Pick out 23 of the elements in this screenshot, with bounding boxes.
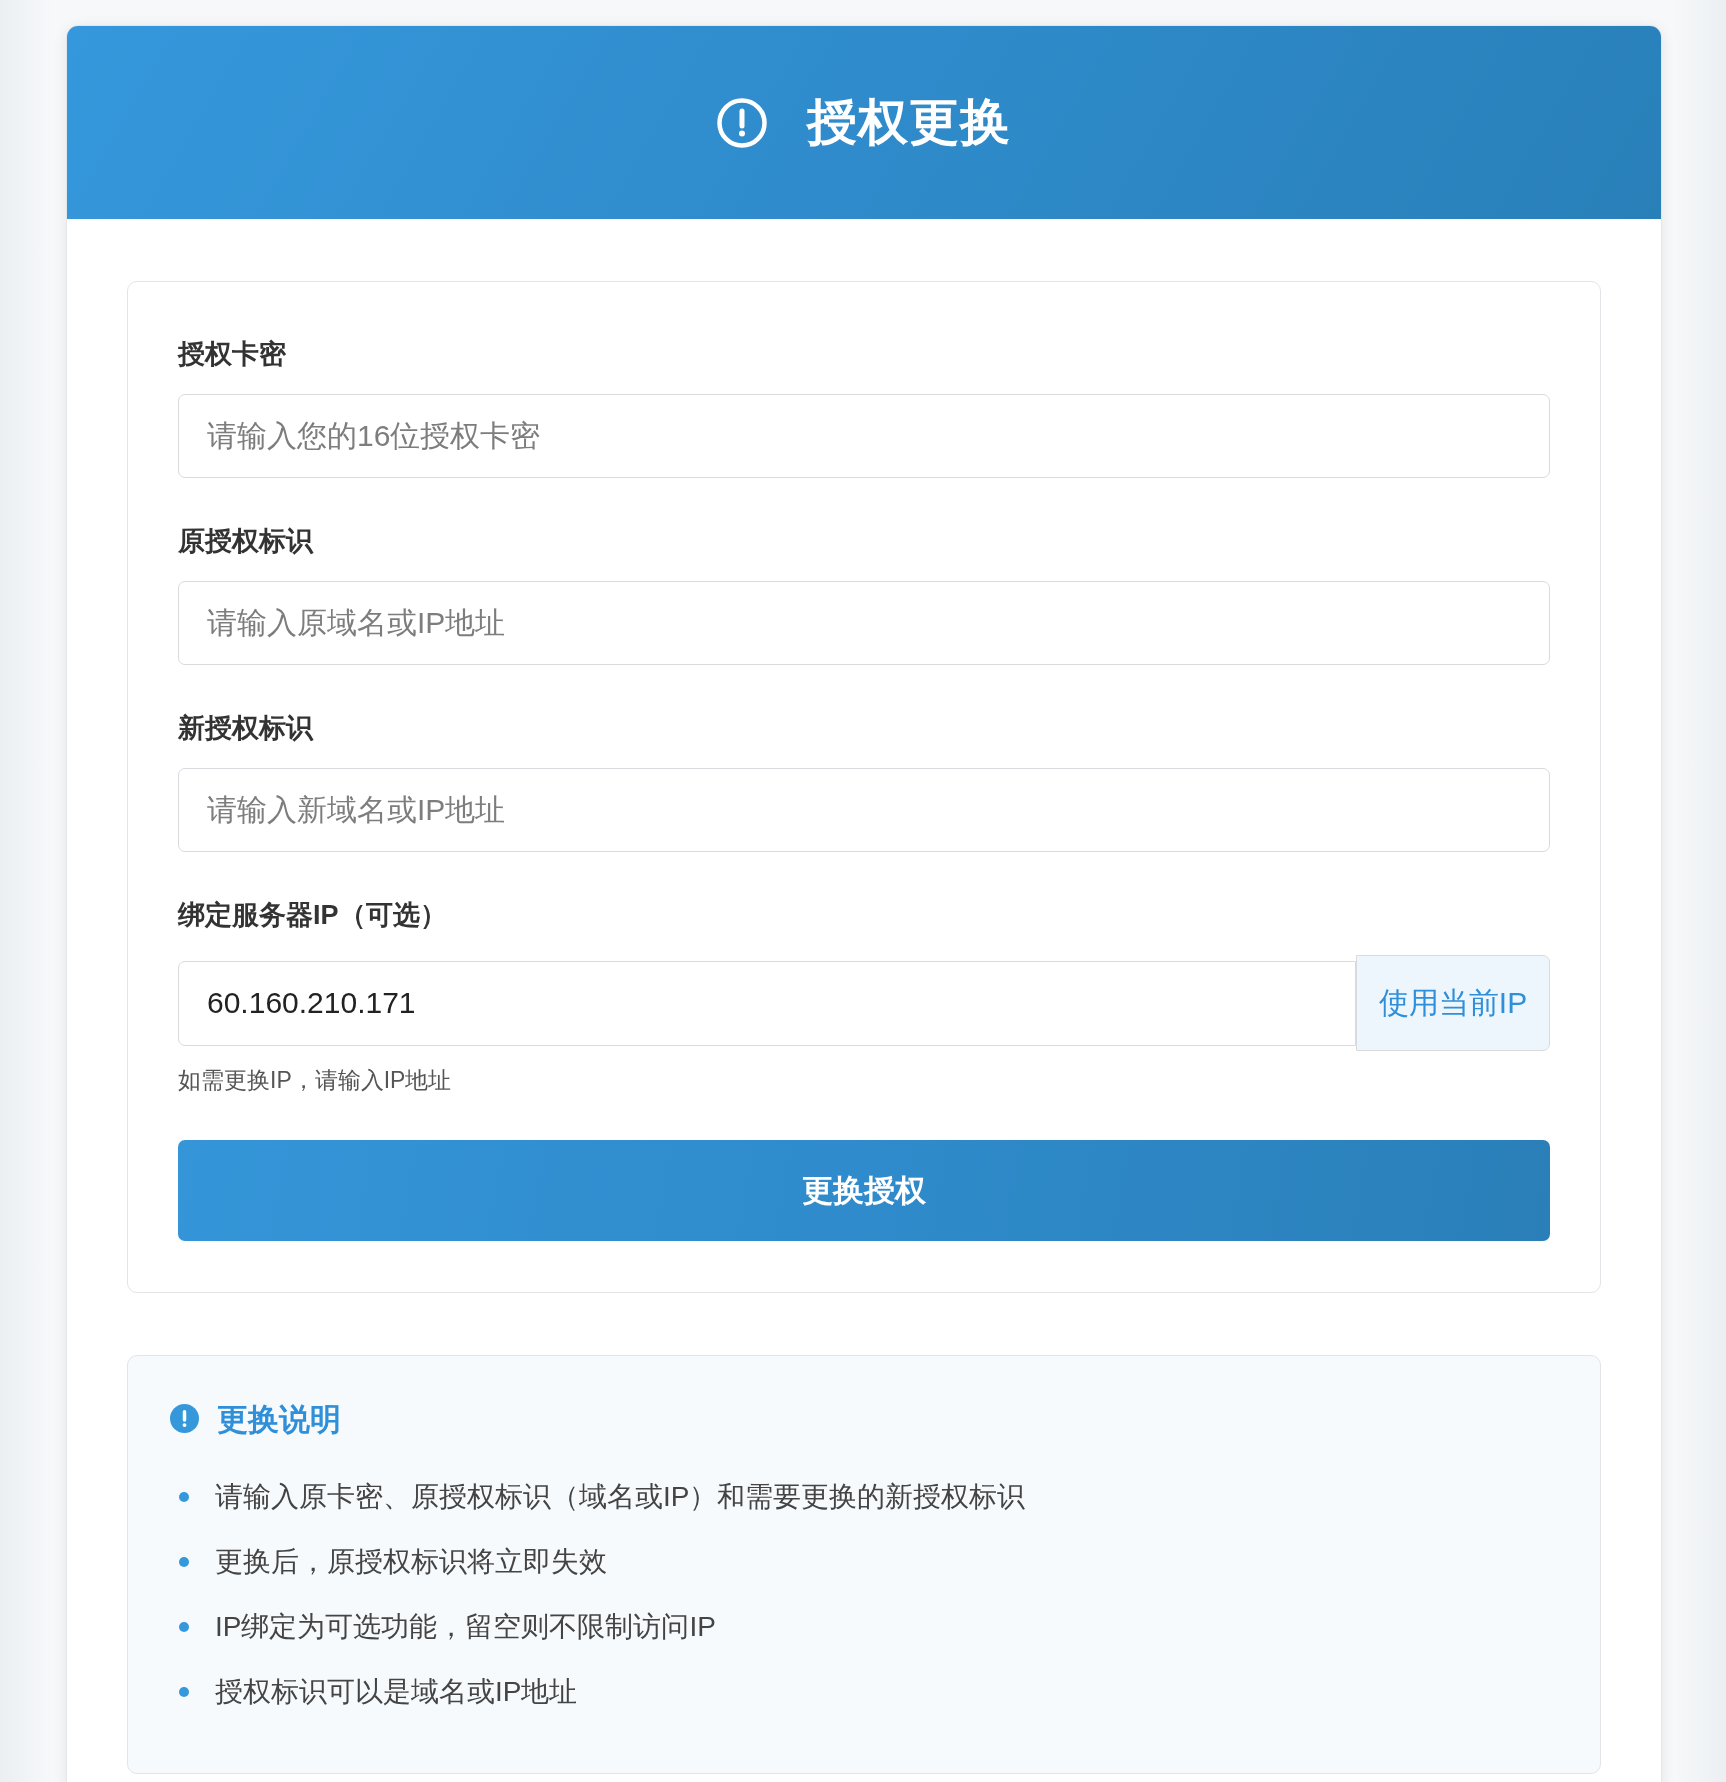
hint-text: 如需更换IP，请输入IP地址 bbox=[178, 1066, 453, 1095]
list-item-text: IP绑定为可选功能，留空则不限制访问IP bbox=[215, 1610, 716, 1644]
list-item-text: 请输入原卡密、原授权标识（域名或IP）和需要更换的新授权标识 bbox=[215, 1480, 1026, 1514]
input-field[interactable]: 请输入新域名或IP地址 bbox=[178, 768, 1550, 852]
field-label: 新授权标识 bbox=[178, 712, 315, 745]
input-field[interactable]: 请输入您的16位授权卡密 bbox=[178, 394, 1550, 478]
page-title: 授权更换 bbox=[807, 93, 1011, 152]
bullet-icon bbox=[179, 1557, 189, 1567]
field-label: 绑定服务器IP（可选） bbox=[178, 899, 448, 932]
bullet-icon bbox=[179, 1622, 189, 1632]
alert-icon bbox=[170, 1403, 199, 1433]
field-label: 授权卡密 bbox=[178, 338, 287, 371]
bullet-icon bbox=[179, 1687, 189, 1697]
use-current-ip-button[interactable]: 使用当前IP bbox=[1356, 955, 1550, 1051]
section-title: 更换说明 bbox=[217, 1401, 341, 1439]
list-item-text: 授权标识可以是域名或IP地址 bbox=[215, 1675, 578, 1709]
input-field[interactable]: 请输入原域名或IP地址 bbox=[178, 581, 1550, 665]
input-field[interactable]: 60.160.210.171 bbox=[178, 960, 1356, 1046]
alert-icon bbox=[717, 97, 767, 148]
field-label: 原授权标识 bbox=[178, 525, 315, 558]
bullet-icon bbox=[179, 1492, 189, 1502]
submit-button[interactable]: 更换授权 bbox=[178, 1140, 1550, 1241]
list-item-text: 更换后，原授权标识将立即失效 bbox=[215, 1545, 607, 1579]
